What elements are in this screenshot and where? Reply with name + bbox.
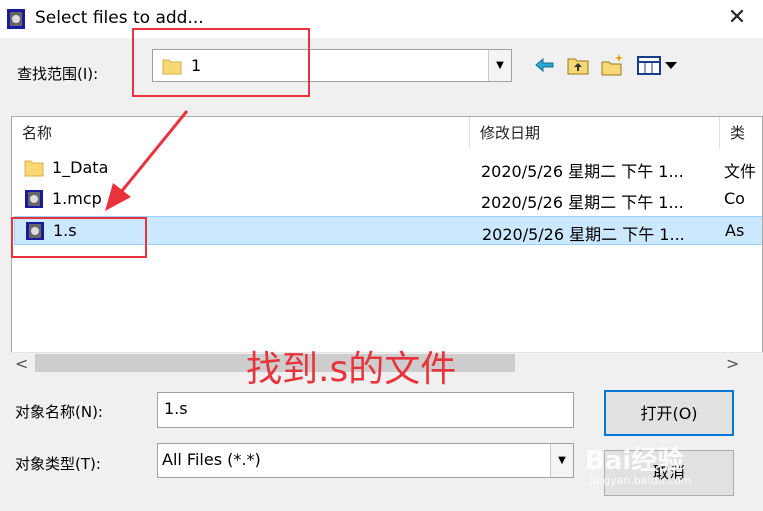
filename-input[interactable]: 1.s <box>157 392 574 428</box>
filetype-dropdown[interactable]: All Files (*.*) ▼ <box>157 443 574 478</box>
filetype-label: 对象类型(T): <box>15 455 101 473</box>
mcp-file-icon <box>25 190 43 208</box>
chevron-down-icon[interactable]: ▼ <box>550 444 573 477</box>
watermark-url: jingyan.baidu.com <box>590 474 692 487</box>
chevron-down-icon[interactable]: ▼ <box>488 50 511 81</box>
file-type: Co <box>724 189 745 208</box>
file-date: 2020/5/26 星期二 下午 1... <box>481 162 684 181</box>
lookin-label: 查找范围(I): <box>17 65 99 83</box>
filetype-value: All Files (*.*) <box>162 450 261 469</box>
sort-ascending-icon: ^ <box>232 116 242 125</box>
close-icon[interactable]: ✕ <box>722 3 752 33</box>
back-arrow-icon[interactable] <box>533 53 557 77</box>
file-date: 2020/5/26 星期二 下午 1... <box>482 225 685 244</box>
column-header-type[interactable]: 类 <box>720 117 762 149</box>
new-folder-icon[interactable] <box>601 53 625 77</box>
scroll-left-icon[interactable]: < <box>15 354 28 373</box>
annotation-box-lookin <box>132 28 310 97</box>
filename-label: 对象名称(N): <box>15 403 103 421</box>
view-menu-icon[interactable] <box>636 53 680 77</box>
folder-icon <box>24 160 44 177</box>
file-date: 2020/5/26 星期二 下午 1... <box>481 193 684 212</box>
annotation-arrow-icon <box>105 110 189 211</box>
annotation-box-file <box>11 217 147 258</box>
column-header-date[interactable]: 修改日期 <box>470 117 720 149</box>
file-type: 文件 <box>724 162 757 181</box>
window-title: Select files to add... <box>35 8 204 28</box>
watermark: Bai经验 <box>585 446 684 476</box>
open-button[interactable]: 打开(O) <box>604 390 734 436</box>
file-type: As <box>725 221 745 240</box>
scroll-right-icon[interactable]: > <box>726 354 739 373</box>
up-folder-icon[interactable] <box>566 53 590 77</box>
app-icon <box>7 9 25 29</box>
annotation-text: 找到.s的文件 <box>246 349 457 390</box>
